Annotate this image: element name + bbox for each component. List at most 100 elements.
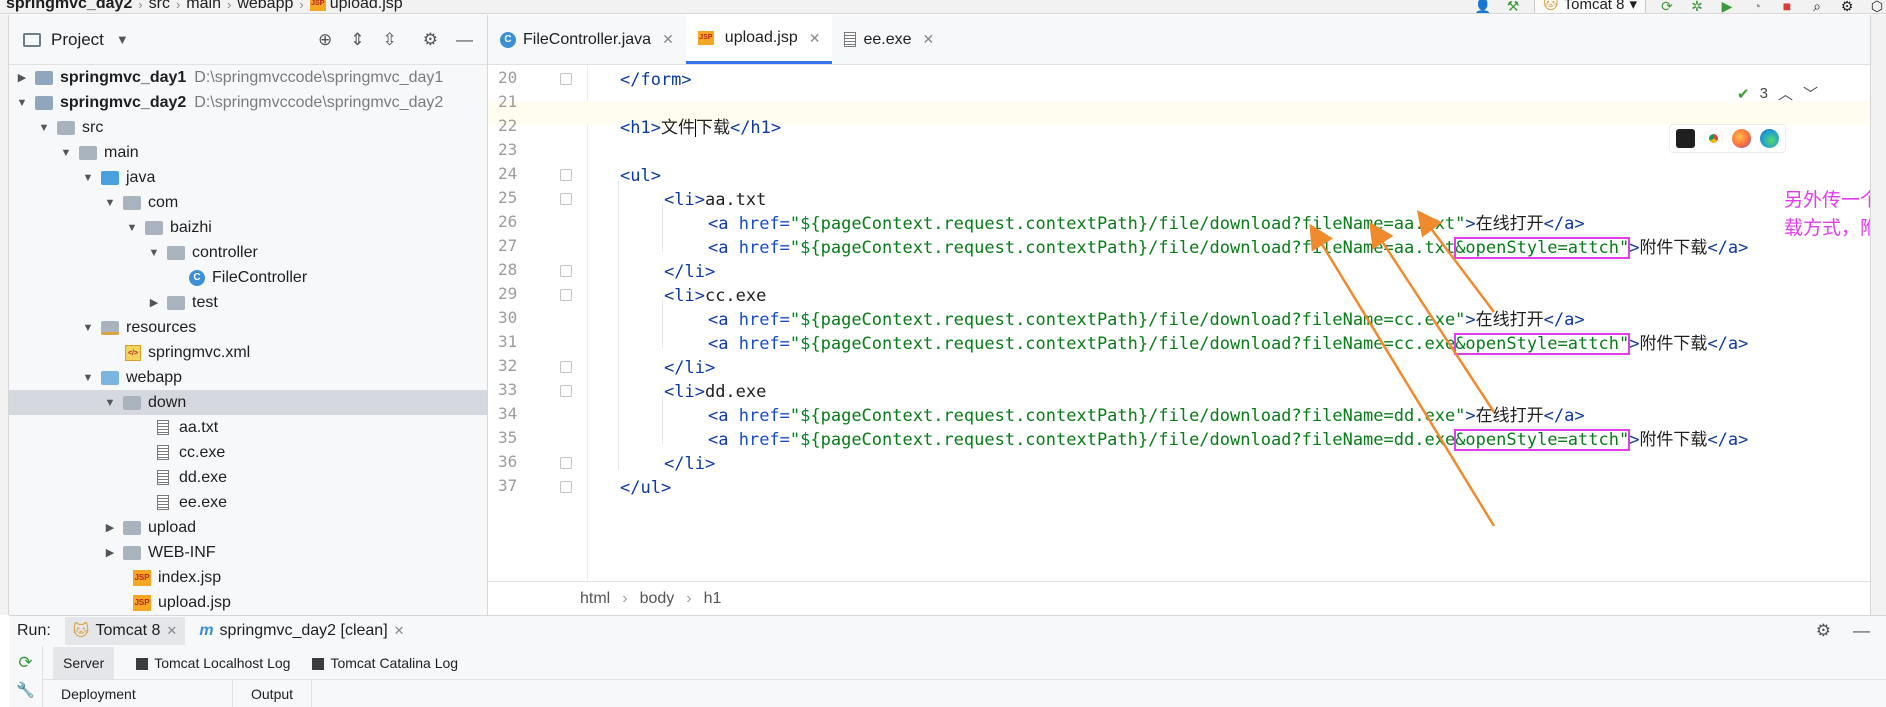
gear-icon[interactable]: ⚙ (1816, 621, 1831, 641)
settings-icon[interactable]: ⚙ (1838, 0, 1856, 13)
chevron-down-icon[interactable]: ▼ (59, 147, 73, 159)
line-number: 28 (498, 260, 518, 279)
plugin-icon[interactable]: ⬡ (1868, 0, 1886, 13)
tree-item-springmvc-day2[interactable]: ▼ springmvc_day2 D:\springmvccode\springmv… (9, 90, 487, 115)
project-panel-title[interactable]: Project (51, 30, 104, 50)
minimize-icon[interactable]: — (1853, 621, 1870, 641)
tree-item-filecontroller[interactable]: C FileController (9, 265, 487, 290)
close-icon[interactable]: ✕ (394, 623, 405, 639)
fold-marker-icon[interactable] (560, 481, 572, 493)
fold-marker-icon[interactable] (560, 289, 572, 301)
chevron-down-icon[interactable]: ▼ (81, 172, 95, 184)
breadcrumb-src[interactable]: src (143, 0, 176, 13)
chevron-down-icon[interactable]: ▼ (15, 97, 29, 109)
fold-marker-icon[interactable] (560, 193, 572, 205)
breadcrumb-project[interactable]: springmvc_day2 (0, 0, 138, 13)
tree-item-main[interactable]: ▼ main (9, 140, 487, 165)
fold-marker-icon[interactable] (560, 361, 572, 373)
chevron-right-icon[interactable]: ▶ (103, 521, 117, 534)
code-line-33: <li>dd.exe (664, 380, 766, 404)
chrome-icon[interactable] (1704, 129, 1723, 148)
close-icon[interactable]: ✕ (923, 31, 935, 48)
tab-filecontroller-java[interactable]: C FileController.java ✕ (488, 15, 686, 64)
tree-item-controller[interactable]: ▼ controller (9, 240, 487, 265)
tab-ee-exe[interactable]: ee.exe ✕ (832, 15, 946, 64)
tab-tomcat-localhost-log[interactable]: Tomcat Localhost Log (136, 655, 290, 671)
close-icon[interactable]: ✕ (166, 623, 177, 639)
locate-icon[interactable]: ⊕ (318, 30, 332, 50)
rerun-icon[interactable]: ⟳ (9, 653, 42, 673)
tree-item-resources[interactable]: ▼ resources (9, 315, 487, 340)
chevron-down-icon[interactable]: ▼ (103, 397, 117, 409)
chevron-down-icon[interactable]: ▼ (125, 222, 139, 234)
chevron-down-icon[interactable]: ▼ (37, 122, 51, 134)
fold-marker-icon[interactable] (560, 265, 572, 277)
code-editor[interactable]: 20 21 22 23 24 25 26 27 28 29 30 31 32 3… (488, 65, 1870, 581)
build-hammer-icon[interactable]: ⚒ (1504, 0, 1522, 13)
breadcrumb-h1[interactable]: h1 (704, 590, 722, 608)
tree-item-upload-jsp[interactable]: JSP upload.jsp (9, 590, 487, 615)
tree-item-ee-exe[interactable]: ee.exe (9, 490, 487, 515)
expand-all-icon[interactable]: ⇕ (350, 30, 364, 50)
tree-item-java[interactable]: ▼ java (9, 165, 487, 190)
fold-marker-icon[interactable] (560, 385, 572, 397)
breadcrumb-webapp[interactable]: webapp (231, 0, 299, 13)
jsp-file-icon: JSP (309, 0, 326, 11)
chevron-down-icon[interactable]: ▼ (81, 322, 95, 334)
coverage-icon[interactable]: ▶ (1718, 0, 1736, 13)
run-tab-tomcat[interactable]: 🐱 Tomcat 8 ✕ (64, 617, 186, 645)
search-icon[interactable]: ⌕ (1808, 0, 1826, 13)
chevron-down-icon[interactable]: ▼ (81, 372, 95, 384)
tree-item-down[interactable]: ▼ down (9, 390, 487, 415)
debug-icon[interactable]: ✲ (1688, 0, 1706, 13)
tree-item-index-jsp[interactable]: JSP index.jsp (9, 565, 487, 590)
breadcrumb-file[interactable]: JSP upload.jsp (304, 0, 409, 13)
tab-tomcat-catalina-log[interactable]: Tomcat Catalina Log (312, 655, 458, 671)
breadcrumb-main[interactable]: main (180, 0, 227, 13)
gear-icon[interactable]: ⚙ (423, 30, 438, 50)
tree-item-baizhi[interactable]: ▼ baizhi (9, 215, 487, 240)
tree-item-com[interactable]: ▼ com (9, 190, 487, 215)
breadcrumb-html[interactable]: html (580, 590, 610, 608)
profile-icon[interactable]: ◔ (1748, 0, 1766, 13)
tree-item-test[interactable]: ▶ test (9, 290, 487, 315)
breadcrumb-body[interactable]: body (640, 590, 675, 608)
tree-item-src[interactable]: ▼ src (9, 115, 487, 140)
tree-item-label: resources (126, 318, 197, 336)
tab-server[interactable]: Server (53, 646, 115, 679)
edge-icon[interactable] (1760, 129, 1779, 148)
attribute: href= (738, 214, 790, 234)
tree-item-web-inf[interactable]: ▶ WEB-INF (9, 540, 487, 565)
run-tab-maven-clean[interactable]: m springmvc_day2 [clean] ✕ (199, 622, 404, 640)
tree-item-springmvc-xml[interactable]: </> springmvc.xml (9, 340, 487, 365)
chevron-down-icon[interactable]: ▼ (103, 197, 117, 209)
chevron-right-icon[interactable]: ▶ (103, 546, 117, 559)
fold-marker-icon[interactable] (560, 457, 572, 469)
tree-item-cc-exe[interactable]: cc.exe (9, 440, 487, 465)
user-icon[interactable]: 👤 (1474, 0, 1492, 13)
close-icon[interactable]: ✕ (662, 31, 674, 48)
tree-item-upload[interactable]: ▶ upload (9, 515, 487, 540)
tree-item-dd-exe[interactable]: dd.exe (9, 465, 487, 490)
firefox-icon[interactable] (1732, 129, 1751, 148)
close-icon[interactable]: ✕ (809, 30, 821, 47)
collapse-all-icon[interactable]: ⇳ (383, 30, 397, 50)
chevron-right-icon[interactable]: ▶ (15, 71, 29, 84)
tag: </ul> (620, 478, 672, 498)
chevron-right-icon[interactable]: ▶ (147, 296, 161, 309)
chevron-down-icon[interactable]: ▼ (116, 32, 129, 47)
tree-item-aa-txt[interactable]: aa.txt (9, 415, 487, 440)
tree-item-label: aa.txt (179, 418, 219, 436)
chevron-down-icon[interactable]: ▼ (147, 247, 161, 259)
wrench-icon[interactable]: 🔧 (9, 681, 42, 699)
fold-marker-icon[interactable] (560, 73, 572, 85)
tab-upload-jsp[interactable]: JSP upload.jsp ✕ (685, 15, 833, 64)
tree-item-webapp[interactable]: ▼ webapp (9, 365, 487, 390)
intellij-browser-icon[interactable] (1676, 129, 1695, 148)
stop-icon[interactable]: ■ (1778, 0, 1796, 13)
tree-item-springmvc-day1[interactable]: ▶ springmvc_day1 D:\springmvccode\springmv… (9, 65, 487, 90)
rerun-icon[interactable]: ⟳ (1658, 0, 1676, 13)
fold-marker-icon[interactable] (560, 169, 572, 181)
minimize-icon[interactable]: — (456, 30, 473, 50)
run-config-select[interactable]: 🐱 Tomcat 8 ▾ (1533, 0, 1646, 13)
